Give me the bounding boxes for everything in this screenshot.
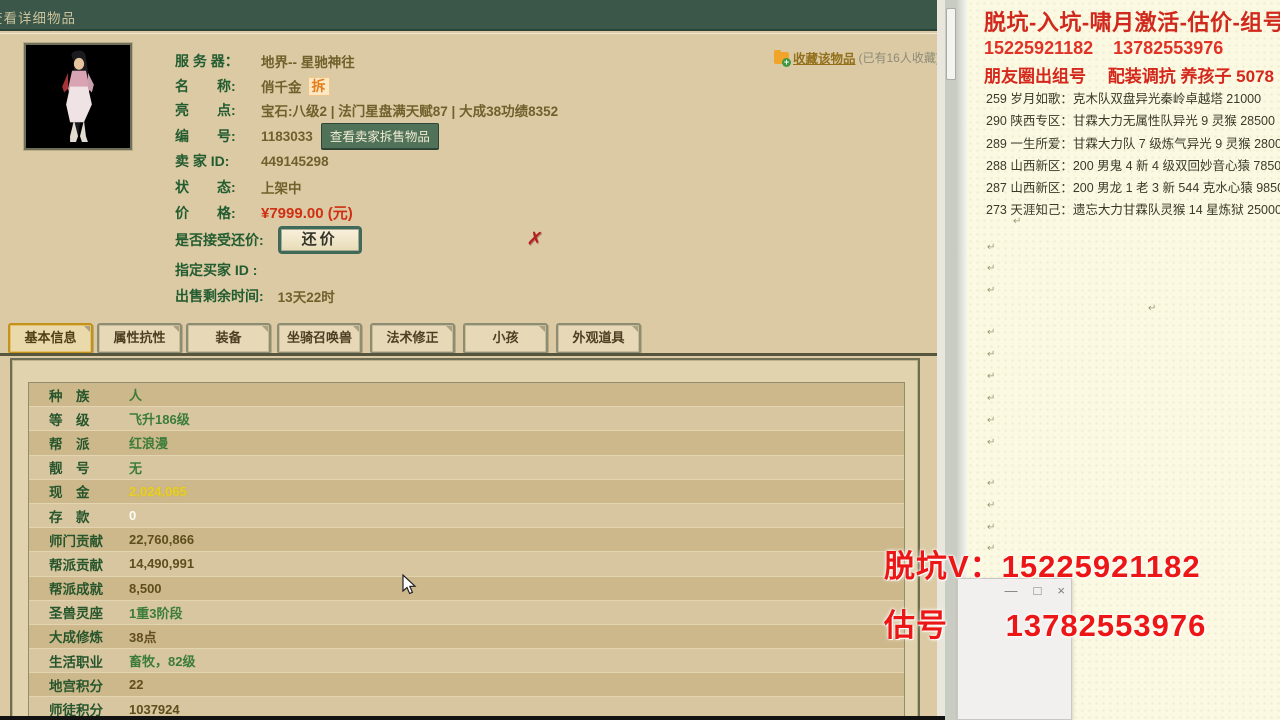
listing-item: 259 岁月如歌：克木队双盘异光秦岭卓越塔 21000 — [986, 92, 1262, 106]
bottom-edge — [0, 716, 945, 720]
table-row-guild-achieve: 帮派成就 8,500 — [29, 576, 904, 601]
table-row-race: 种 族人 — [29, 383, 904, 408]
price-label: 价 格: — [175, 204, 236, 221]
page-title: 查看详细物品 — [0, 11, 76, 26]
listing-item: 273 天涯知己：遗忘大力甘霖队灵猴 14 星炼狱 25000 — [986, 203, 1280, 218]
status-field: 状 态: 上架中 — [175, 177, 302, 197]
character-image — [62, 50, 94, 143]
table-row-guild-contrib: 帮派贡献 14,490,991 — [29, 552, 904, 577]
paragraph-mark: ↵ — [987, 349, 996, 360]
buyer-id-label: 指定买家 ID : — [175, 262, 258, 278]
table-row-dacheng: 大成修炼 38点 — [29, 624, 904, 650]
paragraph-mark: ↵ — [987, 522, 996, 533]
tab-children[interactable]: 小孩 — [463, 323, 548, 354]
table-row-life-skill: 生活职业 畜牧，82级 — [29, 649, 904, 674]
item-id-field: 编 号: 1183033 查看卖家拆售物品 — [175, 123, 439, 149]
listing-item: 288 山西新区：200 男鬼 4 新 4 级双回妙音心猿 78500 — [986, 158, 1280, 173]
item-id-label: 编 号: — [175, 128, 236, 144]
highlight-label: 亮 点: — [175, 102, 236, 118]
view-seller-items-button[interactable]: 查看卖家拆售物品 — [320, 123, 439, 149]
listing-item: 289 一生所爱：甘霖大力队 7 级炼气异光 9 灵猴 28000 — [986, 136, 1280, 151]
ad-header: 脱坑-入坑-啸月激活-估价-组号- — [984, 10, 1280, 35]
highlight-field: 亮 点: 宝石:八级2 | 法门星盘满天赋87 | 大成38功绩8352 — [175, 100, 558, 120]
promo-line: 朋友圈出组号 配装调抗 养孩子 5078 — [984, 67, 1274, 86]
paragraph-mark: ↵ — [987, 415, 996, 426]
tab-divider — [0, 353, 937, 356]
name-value: 俏千金 — [261, 80, 302, 95]
price-value: ¥7999.00 (元) — [261, 205, 353, 222]
highlight-value: 宝石:八级2 | 法门星盘满天赋87 | 大成38功绩8352 — [261, 104, 559, 119]
screen: 查看详细物品 — [0, 0, 1280, 720]
paragraph-mark: ↵ — [987, 285, 996, 296]
seller-id-value: 449145298 — [261, 153, 329, 169]
server-value: 地界-- 星驰神往 — [261, 55, 355, 70]
phone-numbers: 15225921182 13782553976 — [984, 38, 1224, 58]
seller-id-label: 卖 家 ID: — [175, 153, 230, 169]
paragraph-mark: ↵ — [987, 393, 996, 404]
item-detail-window: 查看详细物品 — [0, 0, 940, 720]
table-row-level: 等 级飞升186级 — [29, 407, 904, 432]
name-label: 名 称: — [175, 78, 236, 94]
scrollbar-thumb[interactable] — [946, 8, 956, 80]
paragraph-mark: ↵ — [1148, 303, 1157, 314]
detach-badge[interactable]: 拆 — [307, 76, 330, 96]
listing-item: 287 山西新区：200 男龙 1 老 3 新 544 克水心猿 98500 — [986, 181, 1280, 196]
listings: 259 岁月如歌：克木队双盘异光秦岭卓越塔 21000 290 陕西专区：甘霖大… — [986, 88, 1280, 222]
status-value: 上架中 — [261, 181, 302, 196]
tab-appearance[interactable]: 外观道具 — [556, 323, 641, 354]
paragraph-mark: ↵ — [987, 327, 996, 338]
time-left-label: 出售剩余时间: — [175, 288, 264, 304]
table-row-beast-seat: 圣兽灵座 1重3阶段 — [29, 600, 904, 625]
paragraph-mark: ↵ — [987, 478, 996, 489]
listing-item: 290 陕西专区：甘霖大力无属性队异光 9 灵猴 28500 — [986, 114, 1275, 129]
window-titlebar: 查看详细物品 — [0, 0, 937, 31]
tab-attributes[interactable]: 属性抗性 — [97, 323, 182, 354]
paragraph-mark: ↵ — [987, 242, 996, 253]
overlay-contact-line1: 脱坑V：15225921182 — [884, 549, 1201, 584]
tab-mount-pets[interactable]: 坐骑召唤兽 — [277, 323, 362, 354]
table-row-dungeon-points: 地宫积分 22 — [29, 673, 904, 698]
bargain-button[interactable]: 还价 — [277, 226, 362, 254]
buyer-id-field: 指定买家 ID : — [175, 260, 271, 280]
favorite-row: 收藏该物品 (已有16人收藏) — [774, 48, 940, 67]
reject-mark-icon: ✗ — [525, 227, 545, 252]
mouse-cursor-icon — [402, 574, 417, 595]
paragraph-mark: ↵ — [1013, 216, 1022, 227]
status-label: 状 态: — [175, 179, 236, 195]
price-field: 价 格: ¥7999.00 (元) — [175, 202, 353, 223]
stats-table: 种 族人 等 级飞升186级 帮 派红浪漫 靓 号无 现 金 2,024,065 … — [28, 382, 905, 720]
overlay-contact-line2: 估号 13782553976 — [884, 608, 1207, 643]
tab-basic-info[interactable]: 基本信息 — [8, 323, 93, 354]
name-field: 名 称: 俏千金 拆 — [175, 76, 330, 96]
paragraph-mark: ↵ — [987, 500, 996, 511]
time-left-value: 13天22时 — [277, 290, 335, 305]
tab-spell-mods[interactable]: 法术修正 — [370, 323, 455, 354]
table-row-guild: 帮 派红浪漫 — [29, 431, 904, 456]
favorite-count: (已有16人收藏) — [858, 51, 940, 65]
paragraph-mark: ↵ — [987, 371, 996, 382]
table-row-vanity-id: 靓 号无 — [29, 455, 904, 480]
tab-equipment[interactable]: 装备 — [186, 323, 271, 354]
item-detail-page: 收藏该物品 (已有16人收藏) 服 务 器： 地界-- 星驰神往 名 称: 俏千… — [0, 33, 940, 720]
table-row-deposit: 存 款0 — [29, 503, 904, 529]
favorite-link[interactable]: 收藏该物品 — [793, 48, 856, 67]
item-id-value: 1183033 — [261, 128, 313, 144]
bargain-label: 是否接受还价: — [175, 232, 264, 248]
server-label: 服 务 器： — [175, 53, 239, 69]
table-row-cash: 现 金 2,024,065 — [29, 479, 904, 504]
character-portrait — [23, 42, 133, 151]
seller-id-field: 卖 家 ID: 449145298 — [175, 151, 329, 171]
paragraph-mark: ↵ — [987, 437, 996, 448]
favorite-add-icon[interactable] — [774, 49, 791, 67]
server-field: 服 务 器： 地界-- 星驰神往 — [175, 51, 355, 71]
bargain-field: 是否接受还价: 还价 ✗ — [175, 226, 544, 254]
table-row-master-contrib: 师门贡献 22,760,866 — [29, 528, 904, 553]
time-left-field: 出售剩余时间: 13天22时 — [175, 286, 335, 306]
paragraph-mark: ↵ — [987, 263, 996, 274]
